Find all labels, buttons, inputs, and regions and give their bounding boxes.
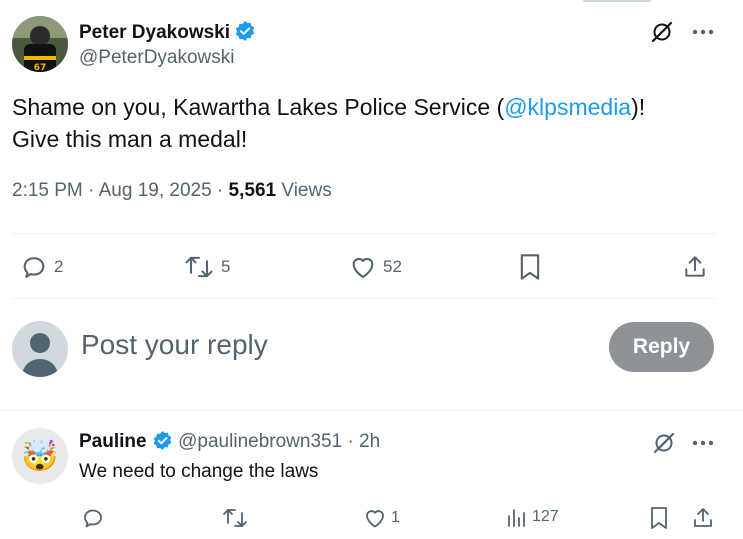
- reply-count: 2: [54, 257, 64, 276]
- reply-action[interactable]: 2: [20, 253, 63, 281]
- divider-top: [12, 233, 716, 234]
- repost-action[interactable]: 5: [183, 253, 230, 281]
- more-button[interactable]: [688, 18, 718, 46]
- bookmark-icon: [651, 507, 667, 529]
- like-action[interactable]: 52: [349, 253, 402, 281]
- reply-button[interactable]: Reply: [609, 322, 714, 372]
- reply-views-action[interactable]: 127: [506, 506, 559, 528]
- views-label: Views: [281, 180, 332, 201]
- jersey-number: 67: [34, 63, 47, 72]
- verified-badge-icon: [236, 21, 255, 41]
- views-icon: [508, 509, 525, 527]
- section-separator: [0, 410, 743, 411]
- bookmark-button[interactable]: [516, 253, 544, 281]
- author-handle[interactable]: @PeterDyakowski: [79, 47, 235, 69]
- reply-author-handle[interactable]: @paulinebrown351: [178, 431, 342, 452]
- current-user-avatar[interactable]: [12, 321, 68, 377]
- like-icon: [352, 257, 374, 278]
- tweet-time[interactable]: 2:15 PM: [12, 180, 83, 201]
- reply-reply-button[interactable]: [80, 505, 106, 531]
- reply-header: Pauline @paulinebrown351 · 2h: [79, 430, 381, 452]
- reply-icon: [84, 509, 102, 528]
- reply-more-button[interactable]: [688, 429, 718, 457]
- tweet-date[interactable]: Aug 19, 2025: [99, 180, 212, 201]
- reply-grok-button[interactable]: [650, 429, 678, 457]
- reply-input[interactable]: Post your reply: [81, 329, 268, 361]
- reply-like-count: 1: [391, 509, 400, 526]
- repost-icon: [223, 509, 247, 527]
- more-icon: [692, 440, 714, 446]
- reply-author-avatar[interactable]: 🤯: [12, 428, 68, 484]
- share-icon: [694, 508, 712, 527]
- author-name[interactable]: Peter Dyakowski: [79, 22, 230, 43]
- more-icon: [692, 29, 714, 35]
- default-avatar-icon: [22, 333, 58, 377]
- reply-author-name[interactable]: Pauline: [79, 431, 147, 452]
- verified-badge-icon: [153, 430, 172, 451]
- share-button[interactable]: [681, 253, 709, 281]
- tweet-text: Shame on you, Kawartha Lakes Police Serv…: [12, 91, 712, 155]
- like-count: 52: [383, 257, 402, 276]
- reply-age[interactable]: 2h: [359, 431, 380, 452]
- mention-link[interactable]: @klpsmedia: [504, 94, 631, 120]
- views-count: 5,561: [228, 180, 277, 201]
- share-icon: [685, 256, 705, 277]
- reply-bookmark-button[interactable]: [647, 505, 671, 531]
- bookmark-icon: [520, 254, 540, 280]
- reply-text: We need to change the laws: [79, 461, 319, 482]
- divider-bottom: [12, 298, 716, 299]
- tweet-text-line-2: Give this man a medal!: [12, 126, 248, 152]
- reply-icon: [23, 257, 45, 278]
- reply-repost-button[interactable]: [220, 505, 250, 531]
- scroll-indicator: [583, 0, 651, 2]
- reply-share-button[interactable]: [690, 505, 716, 531]
- grok-icon: [651, 21, 673, 43]
- reply-views-count: 127: [532, 508, 559, 525]
- grok-icon: [653, 432, 675, 454]
- tweet-meta: 2:15 PM · Aug 19, 2025 · 5,561 Views: [12, 180, 332, 201]
- tweet-text-line-1: Shame on you, Kawartha Lakes Police Serv…: [12, 94, 646, 120]
- author-avatar[interactable]: 67: [12, 16, 68, 72]
- like-icon: [366, 510, 384, 528]
- author-name-row[interactable]: Peter Dyakowski: [79, 20, 256, 44]
- reply-like-action[interactable]: 1: [363, 506, 400, 530]
- repost-icon: [185, 256, 213, 278]
- grok-button[interactable]: [648, 18, 676, 46]
- repost-count: 5: [221, 257, 231, 276]
